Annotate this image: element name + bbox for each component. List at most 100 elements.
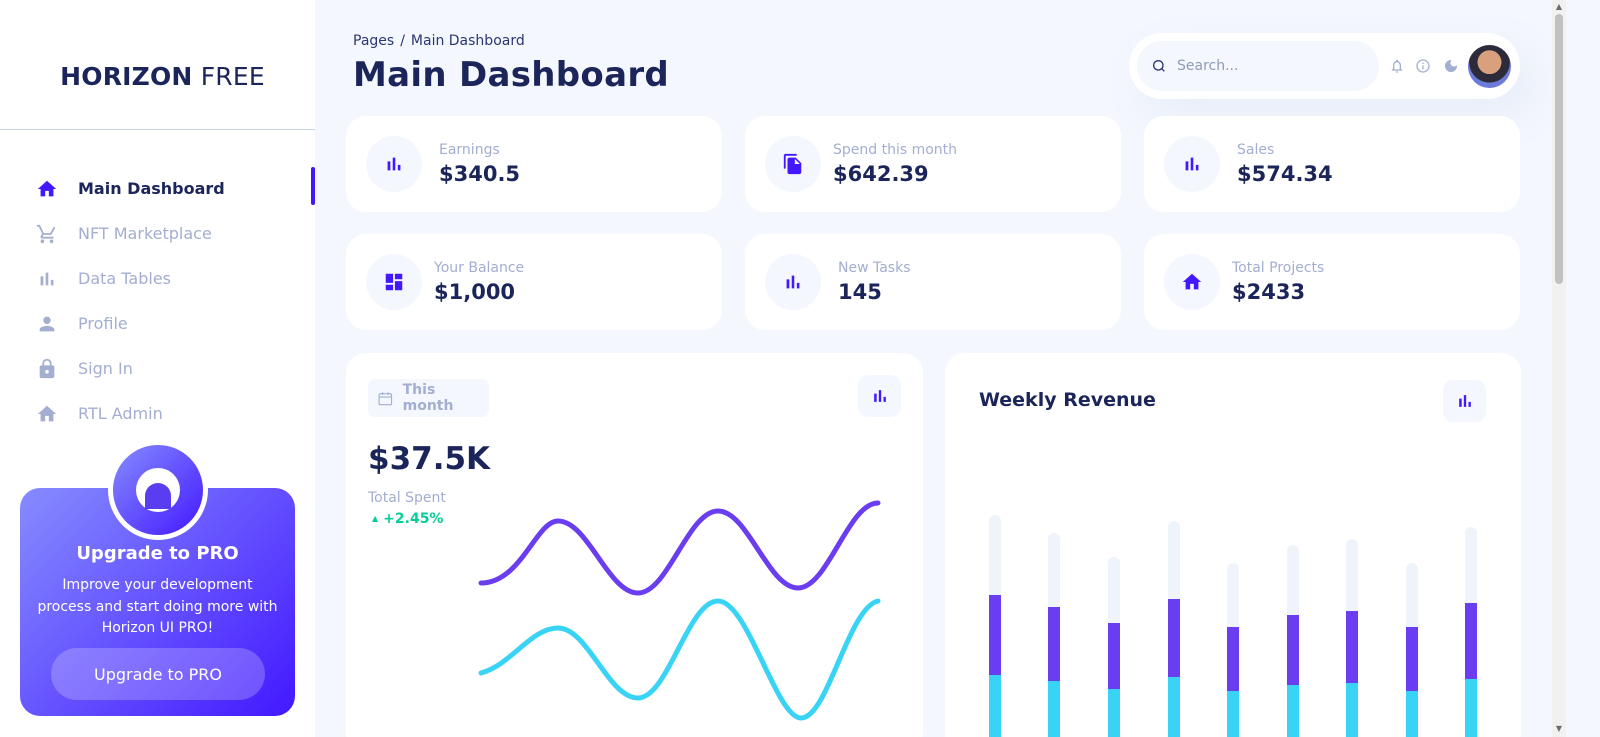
bar-purple-segment xyxy=(1168,599,1180,685)
bar-group xyxy=(1406,563,1418,737)
breadcrumb-separator: / xyxy=(400,33,405,49)
upgrade-button[interactable]: Upgrade to PRO xyxy=(51,648,265,700)
breadcrumb-root[interactable]: Pages xyxy=(353,33,394,49)
cyan-series-line xyxy=(478,598,881,721)
period-selector-button[interactable]: This month xyxy=(368,379,489,417)
bar-cyan-segment xyxy=(1227,691,1239,737)
info-icon[interactable] xyxy=(1414,57,1432,75)
sidebar-item-label: RTL Admin xyxy=(78,404,163,423)
sidebar-divider xyxy=(0,129,315,130)
sidebar-item-label: NFT Marketplace xyxy=(78,224,212,243)
bar-purple-segment xyxy=(1048,607,1060,687)
promo-title: Upgrade to PRO xyxy=(76,543,239,564)
calendar-icon xyxy=(378,391,393,405)
upgrade-promo-card: Upgrade to PRO Improve your development … xyxy=(20,440,295,716)
bar-cyan-segment xyxy=(1346,683,1358,737)
period-label: This month xyxy=(402,382,454,414)
bar-group xyxy=(1048,533,1060,737)
bar-cyan-segment xyxy=(1048,681,1060,737)
bar-purple-segment xyxy=(1227,627,1239,697)
sidebar-item-label: Sign In xyxy=(78,359,133,378)
search-input[interactable] xyxy=(1177,58,1357,74)
lock-icon xyxy=(35,357,59,381)
stat-card-earnings: Earnings $340.5 xyxy=(346,116,722,212)
bar-purple-segment xyxy=(1465,603,1477,685)
bar-purple-segment xyxy=(1406,627,1418,697)
stat-card-spend: Spend this month $642.39 xyxy=(745,116,1121,212)
stat-value: $340.5 xyxy=(439,162,521,186)
stat-label: Your Balance xyxy=(434,260,525,276)
bar-chart-icon xyxy=(873,390,886,402)
sidebar-nav: Main Dashboard NFT Marketplace Data Tabl… xyxy=(0,166,315,436)
top-toolbar xyxy=(1129,33,1520,99)
total-spent-value: $37.5K xyxy=(368,441,491,477)
sidebar-item-label: Main Dashboard xyxy=(78,179,225,198)
page-scrollbar[interactable]: ▲ ▼ xyxy=(1552,0,1566,737)
stat-card-sales: Sales $574.34 xyxy=(1144,116,1520,212)
moon-icon[interactable] xyxy=(1442,57,1460,75)
bar-cyan-segment xyxy=(1465,679,1477,737)
bar-purple-segment xyxy=(1346,611,1358,689)
stat-value: $2433 xyxy=(1232,280,1306,304)
bar-group xyxy=(1287,545,1299,737)
avatar[interactable] xyxy=(1468,45,1511,88)
bar-group xyxy=(1346,539,1358,737)
bar-purple-segment xyxy=(1287,615,1299,691)
sidebar-item-label: Data Tables xyxy=(78,269,171,288)
total-spent-card: This month $37.5K Total Spent ▲ +2.45% xyxy=(346,353,923,737)
bar-cyan-segment xyxy=(1168,677,1180,737)
bell-icon[interactable] xyxy=(1388,57,1406,75)
cart-icon xyxy=(35,222,59,246)
active-indicator xyxy=(311,167,315,205)
bar-chart-icon xyxy=(35,267,59,291)
stat-card-balance: Your Balance $1,000 xyxy=(346,234,722,330)
trend-change: ▲ +2.45% xyxy=(372,511,443,527)
sidebar-item-sign-in[interactable]: Sign In xyxy=(0,346,315,391)
scroll-up-arrow-icon[interactable]: ▲ xyxy=(1555,3,1563,11)
bar-cyan-segment xyxy=(1406,691,1418,737)
stat-label: New Tasks xyxy=(838,260,911,276)
scrollbar-thumb[interactable] xyxy=(1555,14,1563,284)
total-spent-label: Total Spent xyxy=(368,490,446,506)
bar-purple-segment xyxy=(989,595,1001,685)
scroll-down-arrow-icon[interactable]: ▼ xyxy=(1555,725,1563,733)
promo-text: Improve your development process and sta… xyxy=(37,577,278,636)
bar-group xyxy=(1168,521,1180,737)
home-icon xyxy=(35,402,59,426)
stat-value: $1,000 xyxy=(434,280,516,304)
stat-label: Spend this month xyxy=(833,142,958,158)
sidebar: HORIZON FREE Main Dashboard NFT Marketpl… xyxy=(0,0,315,737)
person-icon xyxy=(35,312,59,336)
stat-card-new-tasks: New Tasks 145 xyxy=(745,234,1121,330)
brand-logo[interactable]: HORIZON FREE xyxy=(0,62,325,91)
stat-value: 145 xyxy=(838,280,882,304)
stat-value: $574.34 xyxy=(1237,162,1333,186)
home-icon xyxy=(35,177,59,201)
sidebar-item-nft-marketplace[interactable]: NFT Marketplace xyxy=(0,211,315,256)
sidebar-item-profile[interactable]: Profile xyxy=(0,301,315,346)
brand-bold: HORIZON xyxy=(60,62,193,91)
breadcrumb: Pages / Main Dashboard xyxy=(353,33,525,49)
page-title: Main Dashboard xyxy=(353,55,670,95)
search-icon xyxy=(1153,59,1165,72)
sidebar-item-rtl-admin[interactable]: RTL Admin xyxy=(0,391,315,436)
bar-group xyxy=(1108,557,1120,737)
sidebar-item-label: Profile xyxy=(78,314,128,333)
sidebar-item-main-dashboard[interactable]: Main Dashboard xyxy=(0,166,315,211)
bar-group xyxy=(989,515,1001,737)
bar-chart-icon xyxy=(366,136,422,192)
bar-chart-icon xyxy=(765,254,821,310)
bar-group xyxy=(1227,563,1239,737)
spent-line-chart xyxy=(478,500,881,721)
sidebar-item-data-tables[interactable]: Data Tables xyxy=(0,256,315,301)
dashboard-icon xyxy=(366,254,422,310)
bar-chart-icon xyxy=(1164,136,1220,192)
bar-cyan-segment xyxy=(1108,689,1120,737)
stat-label: Total Projects xyxy=(1232,260,1325,276)
breadcrumb-current[interactable]: Main Dashboard xyxy=(411,33,525,49)
promo-badge xyxy=(108,440,208,540)
purple-series-line xyxy=(478,500,881,596)
chart-options-button[interactable] xyxy=(858,375,901,417)
home-icon xyxy=(1164,254,1220,310)
stat-value: $642.39 xyxy=(833,162,929,186)
